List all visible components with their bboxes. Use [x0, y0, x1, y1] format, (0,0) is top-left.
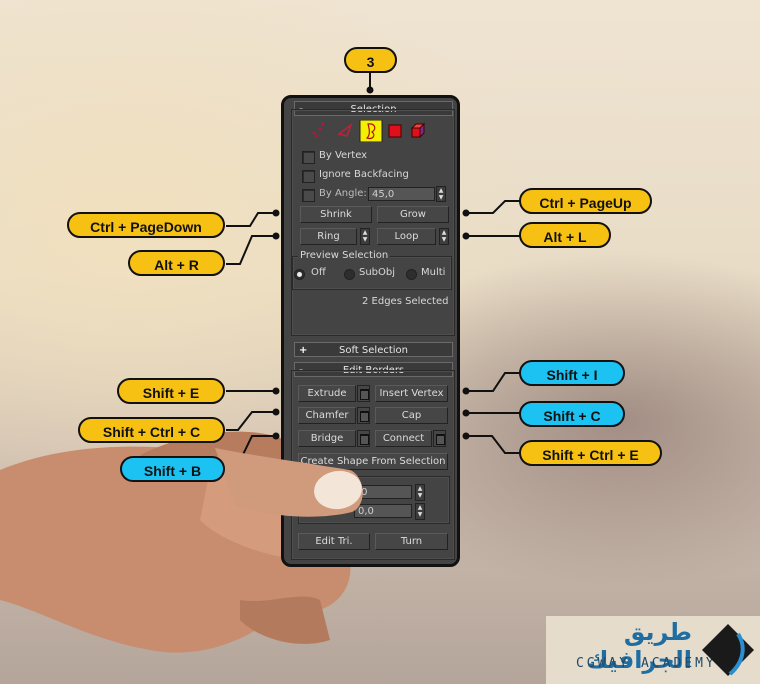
callout-shrink-shortcut: Ctrl + PageDown — [67, 212, 225, 238]
preview-multi-label: Multi — [421, 267, 446, 278]
turn-button[interactable]: Turn — [375, 533, 448, 550]
preview-off-label: Off — [311, 267, 326, 278]
extrude-button[interactable]: Extrude — [298, 385, 356, 402]
callout-extrude-shortcut: Shift + E — [117, 378, 225, 404]
logo-english-text: CGWAY ACADEMY — [576, 656, 717, 671]
bridge-button[interactable]: Bridge — [298, 430, 356, 447]
chamfer-button[interactable]: Chamfer — [298, 407, 356, 424]
cgway-logo: طريق الجرافيك CGWAY ACADEMY — [546, 616, 760, 684]
by-angle-spinner[interactable]: ▲ ▼ — [436, 186, 446, 202]
soft-selection-rollout-header[interactable]: + Soft Selection — [294, 342, 453, 357]
callout-ring-shortcut: Alt + R — [128, 250, 225, 276]
edge-icon[interactable] — [337, 122, 353, 137]
preview-subobj-radio[interactable] — [344, 269, 355, 280]
preview-selection-label: Preview Selection — [298, 250, 391, 261]
preview-multi-radio[interactable] — [406, 269, 417, 280]
by-vertex-checkbox[interactable] — [302, 151, 315, 164]
callout-loop-shortcut: Alt + L — [519, 222, 611, 248]
extrude-settings-button[interactable] — [357, 385, 370, 402]
crease-spinner[interactable]: ▲ ▼ — [415, 503, 425, 520]
soft-selection-title: Soft Selection — [339, 345, 408, 356]
callout-chamfer-shortcut: Shift + Ctrl + C — [78, 417, 225, 443]
vertex-icon[interactable] — [312, 122, 325, 138]
logo-diamond-icon — [702, 624, 754, 676]
preview-subobj-label: SubObj — [359, 267, 396, 278]
by-angle-checkbox[interactable] — [302, 189, 315, 202]
callout-insert-vertex-shortcut: Shift + I — [519, 360, 625, 386]
weight-spinner[interactable]: ▲ ▼ — [415, 484, 425, 501]
cap-button[interactable]: Cap — [375, 407, 448, 424]
insert-vertex-button[interactable]: Insert Vertex — [375, 385, 448, 402]
selection-status: 2 Edges Selected — [362, 296, 449, 307]
callout-grow-shortcut: Ctrl + PageUp — [519, 188, 652, 214]
polygon-icon[interactable] — [388, 124, 402, 138]
ignore-backfacing-label: Ignore Backfacing — [319, 169, 409, 180]
element-icon[interactable] — [410, 122, 426, 139]
ignore-backfacing-checkbox[interactable] — [302, 170, 315, 183]
by-angle-input[interactable]: 45,0 — [368, 187, 435, 201]
callout-bridge-shortcut: Shift + B — [120, 456, 225, 482]
loop-button[interactable]: Loop — [377, 228, 436, 245]
connect-settings-button[interactable] — [433, 430, 446, 447]
loop-spinner[interactable]: ▲ ▼ — [439, 228, 449, 245]
preview-off-radio[interactable] — [294, 269, 305, 280]
modify-panel: - Selection By Vertex Ignore Backfacing … — [281, 95, 460, 567]
step-badge: 3 — [344, 47, 397, 73]
subobject-toolbar — [312, 120, 426, 142]
crease-input[interactable]: 0,0 — [354, 504, 412, 518]
ring-spinner[interactable]: ▲ ▼ — [360, 228, 370, 245]
create-shape-button[interactable]: Create Shape From Selection — [298, 453, 448, 470]
bridge-settings-button[interactable] — [357, 430, 370, 447]
by-vertex-label: By Vertex — [319, 150, 368, 161]
by-angle-label: By Angle: — [319, 188, 367, 199]
callout-cap-shortcut: Shift + C — [519, 401, 625, 427]
border-icon[interactable] — [359, 120, 383, 142]
grow-button[interactable]: Grow — [377, 206, 449, 223]
chamfer-settings-button[interactable] — [357, 407, 370, 424]
weight-input[interactable]: ,0 — [354, 485, 412, 499]
connect-button[interactable]: Connect — [375, 430, 432, 447]
ring-button[interactable]: Ring — [300, 228, 357, 245]
callout-connect-shortcut: Shift + Ctrl + E — [519, 440, 662, 466]
edit-tri-button[interactable]: Edit Tri. — [298, 533, 370, 550]
shrink-button[interactable]: Shrink — [300, 206, 372, 223]
expand-icon: + — [299, 345, 308, 356]
